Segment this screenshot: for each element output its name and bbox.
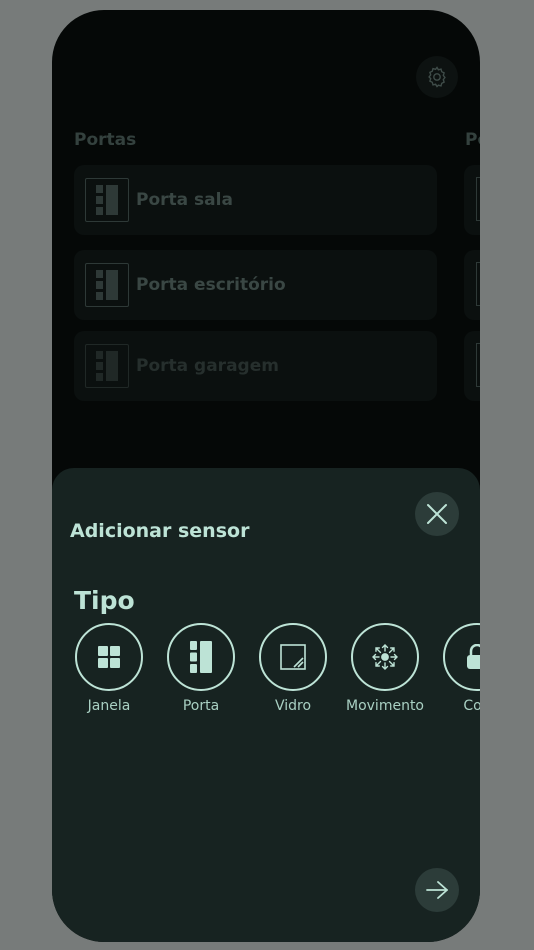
door-card[interactable]: Porta escritório	[74, 250, 437, 320]
motion-icon	[372, 644, 398, 670]
type-option-porta[interactable]: Porta	[155, 623, 247, 714]
glass-icon	[280, 644, 306, 670]
side-card-thumbnail	[476, 177, 480, 221]
arrow-right-icon	[426, 881, 448, 899]
door-name: Porta garagem	[136, 356, 279, 376]
type-option-vidro[interactable]: Vidro	[247, 623, 339, 714]
door-icon	[96, 185, 118, 215]
type-circle[interactable]	[259, 623, 327, 691]
type-label: Janela	[87, 698, 131, 714]
type-heading: Tipo	[74, 586, 135, 615]
section-title-partial: Po	[465, 130, 480, 150]
door-icon	[96, 270, 118, 300]
type-label: Vidro	[274, 698, 312, 714]
type-circle[interactable]	[351, 623, 419, 691]
type-option-partial[interactable]: Con	[431, 623, 480, 714]
door-thumbnail	[85, 178, 129, 222]
close-button[interactable]	[415, 492, 459, 536]
type-circle[interactable]	[443, 623, 480, 691]
type-label: Porta	[182, 698, 220, 714]
side-card[interactable]	[464, 331, 480, 401]
door-name: Porta sala	[136, 190, 233, 210]
lock-icon	[467, 644, 480, 669]
door-icon	[96, 351, 118, 381]
section-title-portas: Portas	[74, 130, 137, 150]
type-option-movimento[interactable]: Movimento	[339, 623, 431, 714]
type-label: Movimento	[346, 698, 424, 714]
window-icon	[98, 646, 120, 668]
side-card[interactable]	[464, 165, 480, 235]
door-thumbnail	[85, 263, 129, 307]
type-circle[interactable]	[167, 623, 235, 691]
sheet-title: Adicionar sensor	[70, 520, 250, 542]
phone-screen: Portas Po Porta sala Porta escritório	[52, 10, 480, 942]
side-card-thumbnail	[476, 262, 480, 306]
gear-icon	[428, 66, 446, 88]
door-icon	[190, 641, 212, 673]
door-card[interactable]: Porta sala	[74, 165, 437, 235]
door-thumbnail	[85, 344, 129, 388]
door-card[interactable]: Porta garagem	[74, 331, 437, 401]
close-icon	[427, 504, 447, 524]
settings-button[interactable]	[416, 56, 458, 98]
next-button[interactable]	[415, 868, 459, 912]
add-sensor-sheet: Adicionar sensor Tipo Janela Porta Vidro…	[52, 468, 480, 942]
door-name: Porta escritório	[136, 275, 286, 295]
type-circle[interactable]	[75, 623, 143, 691]
type-label: Con	[463, 698, 480, 714]
type-option-janela[interactable]: Janela	[63, 623, 155, 714]
side-card[interactable]	[464, 250, 480, 320]
side-card-thumbnail	[476, 343, 480, 387]
